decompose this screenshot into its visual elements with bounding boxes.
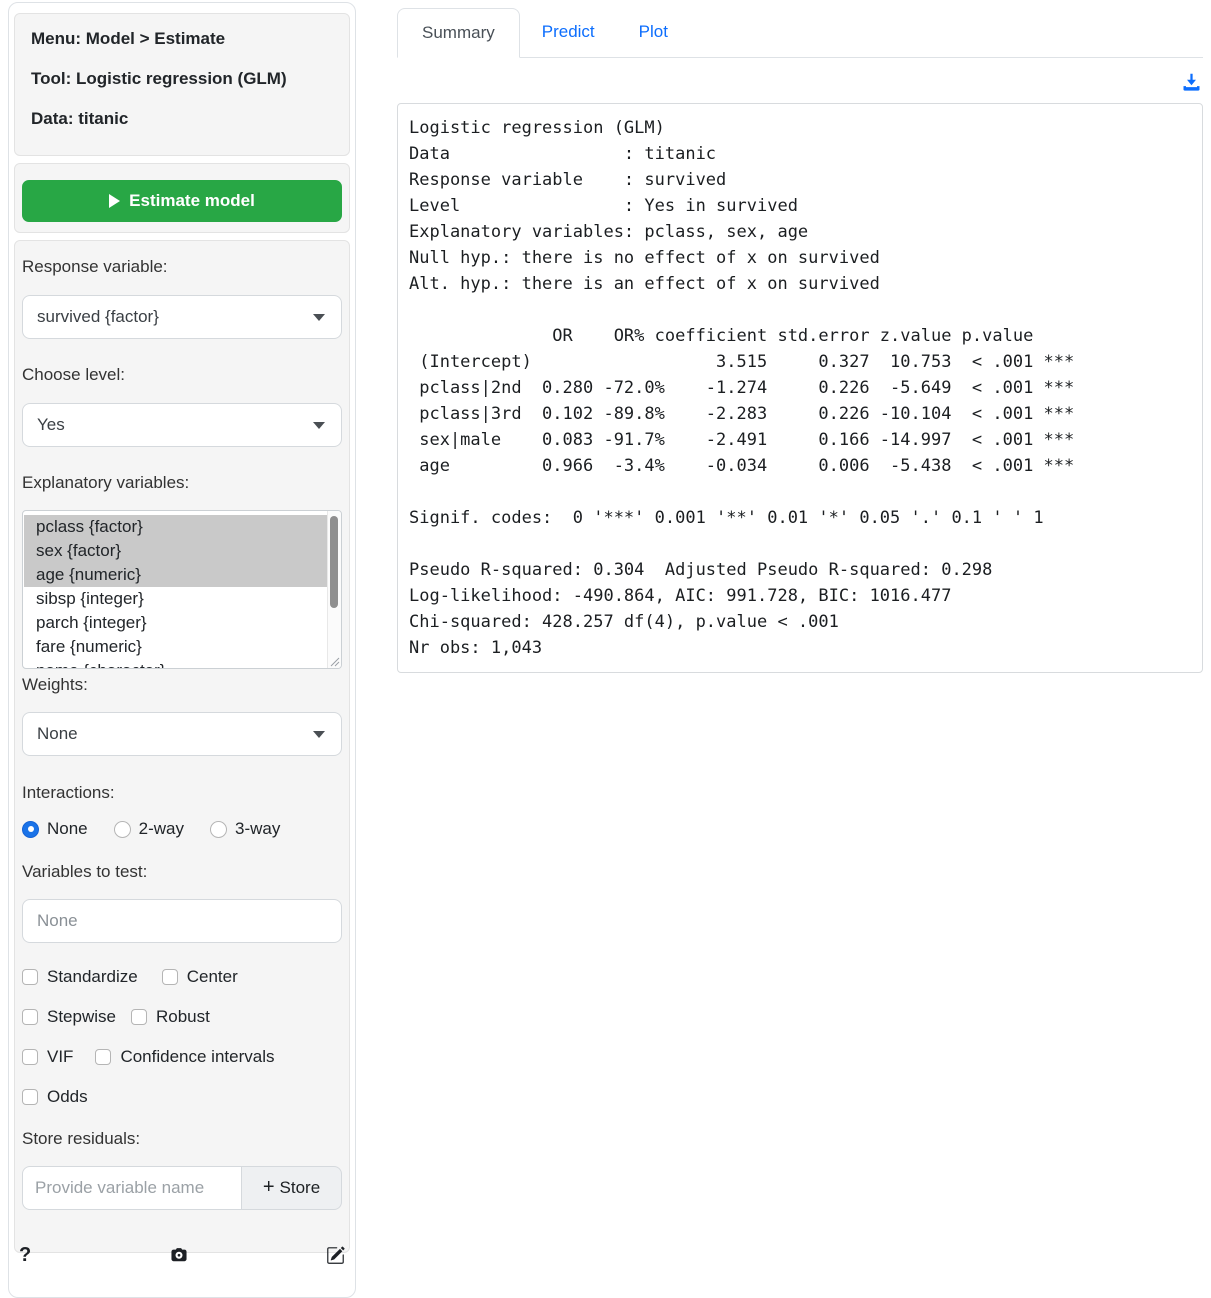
checkbox-label: VIF — [47, 1047, 73, 1067]
listbox-option[interactable]: sex {factor} — [24, 539, 327, 563]
model-info-panel: Menu: Model > Estimate Tool: Logistic re… — [14, 13, 350, 156]
resize-handle-icon[interactable] — [330, 657, 340, 667]
explanatory-listbox-items: pclass {factor}sex {factor}age {numeric}… — [24, 511, 327, 668]
checkbox-stepwise[interactable]: Stepwise — [22, 1007, 116, 1027]
interactions-option-3-way[interactable]: 3-way — [210, 819, 280, 839]
checkbox-robust[interactable]: Robust — [131, 1007, 210, 1027]
listbox-option[interactable]: sibsp {integer} — [24, 587, 327, 611]
choose-level-value: Yes — [37, 415, 65, 435]
checkbox-row: Odds — [22, 1085, 342, 1109]
listbox-option[interactable]: age {numeric} — [24, 563, 327, 587]
explanatory-listbox[interactable]: pclass {factor}sex {factor}age {numeric}… — [22, 510, 342, 669]
chevron-down-icon — [313, 314, 325, 321]
sidebar: Menu: Model > Estimate Tool: Logistic re… — [8, 2, 356, 1298]
radio-label: None — [47, 819, 88, 839]
chevron-down-icon — [313, 422, 325, 429]
checkbox-icon[interactable] — [162, 969, 178, 985]
radio-icon[interactable] — [210, 821, 227, 838]
listbox-option[interactable]: fare {numeric} — [24, 635, 327, 659]
response-variable-select[interactable]: survived {factor} — [22, 295, 342, 339]
checkbox-icon[interactable] — [22, 1009, 38, 1025]
checkbox-label: Stepwise — [47, 1007, 116, 1027]
checkbox-label: Robust — [156, 1007, 210, 1027]
checkbox-icon[interactable] — [22, 969, 38, 985]
checkbox-icon[interactable] — [22, 1049, 38, 1065]
response-variable-label: Response variable: — [22, 257, 342, 277]
checkbox-icon[interactable] — [95, 1049, 111, 1065]
checkbox-icon[interactable] — [22, 1089, 38, 1105]
checkbox-confidence-intervals[interactable]: Confidence intervals — [95, 1047, 274, 1067]
variables-to-test-label: Variables to test: — [22, 862, 342, 882]
interactions-option-2-way[interactable]: 2-way — [114, 819, 184, 839]
radio-icon[interactable] — [22, 821, 39, 838]
listbox-option[interactable]: name {character} — [24, 659, 327, 668]
store-residuals-group: + Store — [22, 1166, 342, 1210]
checkbox-standardize[interactable]: Standardize — [22, 967, 138, 987]
choose-level-select[interactable]: Yes — [22, 403, 342, 447]
estimate-model-button[interactable]: Estimate model — [22, 180, 342, 222]
checkbox-label: Center — [187, 967, 238, 987]
radio-label: 2-way — [139, 819, 184, 839]
checkbox-label: Confidence intervals — [120, 1047, 274, 1067]
chevron-down-icon — [313, 731, 325, 738]
tab-predict[interactable]: Predict — [520, 8, 617, 57]
tab-bar: SummaryPredictPlot — [397, 8, 1203, 58]
checkbox-center[interactable]: Center — [162, 967, 238, 987]
variables-to-test-input[interactable]: None — [22, 899, 342, 943]
tab-summary[interactable]: Summary — [397, 8, 520, 58]
choose-level-label: Choose level: — [22, 365, 342, 385]
listbox-option[interactable]: pclass {factor} — [24, 515, 327, 539]
interactions-label: Interactions: — [22, 783, 342, 803]
weights-value: None — [37, 724, 78, 744]
option-checkboxes: Standardize Center Stepwise Robust VIF Confid… — [22, 965, 342, 1125]
response-variable-value: survived {factor} — [37, 307, 159, 327]
weights-label: Weights: — [22, 675, 342, 695]
scrollbar-thumb[interactable] — [330, 516, 338, 608]
tab-plot[interactable]: Plot — [617, 8, 690, 57]
checkbox-row: VIF Confidence intervals — [22, 1045, 342, 1069]
store-residuals-input[interactable] — [22, 1166, 242, 1210]
weights-select[interactable]: None — [22, 712, 342, 756]
dataset-name: Data: titanic — [31, 109, 333, 129]
radio-icon[interactable] — [114, 821, 131, 838]
download-icon[interactable] — [1181, 72, 1202, 97]
store-button-label: Store — [280, 1178, 321, 1198]
store-residuals-label: Store residuals: — [22, 1129, 342, 1149]
explanatory-variables-label: Explanatory variables: — [22, 473, 342, 493]
listbox-option[interactable]: parch {integer} — [24, 611, 327, 635]
estimate-panel: Estimate model — [14, 163, 350, 233]
listbox-scrollbar[interactable] — [327, 511, 341, 668]
radio-label: 3-way — [235, 819, 280, 839]
checkbox-vif[interactable]: VIF — [22, 1047, 73, 1067]
interactions-radio-group: None 2-way 3-way — [22, 819, 342, 839]
help-icon[interactable]: ? — [19, 1245, 31, 1265]
sidebar-footer: ? — [9, 1243, 355, 1267]
checkbox-row: Standardize Center — [22, 965, 342, 989]
checkbox-row: Stepwise Robust — [22, 1005, 342, 1029]
store-button[interactable]: + Store — [242, 1166, 342, 1210]
camera-icon[interactable] — [170, 1247, 188, 1263]
plus-icon: + — [263, 1177, 275, 1197]
summary-output: Logistic regression (GLM) Data : titanic… — [397, 103, 1203, 673]
estimate-model-label: Estimate model — [129, 191, 255, 211]
interactions-option-none[interactable]: None — [22, 819, 88, 839]
checkbox-label: Odds — [47, 1087, 88, 1107]
checkbox-icon[interactable] — [131, 1009, 147, 1025]
checkbox-label: Standardize — [47, 967, 138, 987]
menu-breadcrumb: Menu: Model > Estimate — [31, 29, 333, 49]
play-icon — [109, 194, 120, 208]
variables-to-test-value: None — [37, 911, 78, 931]
model-controls-panel: Response variable: survived {factor} Cho… — [14, 240, 350, 1253]
checkbox-odds[interactable]: Odds — [22, 1087, 88, 1107]
tool-name: Tool: Logistic regression (GLM) — [31, 69, 333, 89]
